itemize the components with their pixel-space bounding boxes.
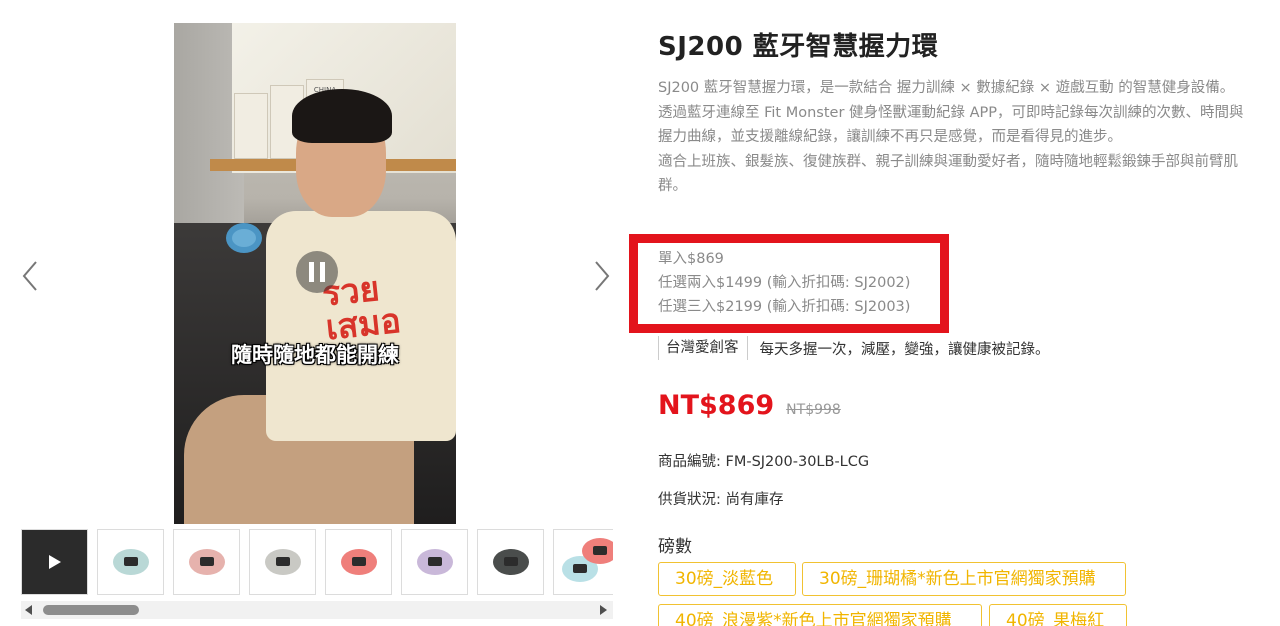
product-description: SJ200 藍牙智慧握力環，是一款結合 握力訓練 × 數據紀錄 × 遊戲互動 的… <box>658 76 1250 199</box>
grip-ring-icon <box>340 549 377 575</box>
video-pause-button[interactable] <box>296 251 338 293</box>
grip-ring-icon <box>188 549 225 575</box>
stock-status: 供貨狀況: 尚有庫存 <box>658 492 784 508</box>
price-option-three: 任選三入$2199 (輸入折扣碼: SJ2003) <box>658 299 911 315</box>
product-title: SJ200 藍牙智慧握力環 <box>658 32 939 62</box>
tagline-text: 每天多握一次，減壓，變強，讓健康被記錄。 <box>759 341 1050 358</box>
grip-ring-icon <box>416 549 453 575</box>
grip-ring-icon <box>264 549 301 575</box>
scroll-left-arrow-icon[interactable] <box>25 605 32 615</box>
thumbnail-product[interactable] <box>477 529 544 595</box>
price-block: NT$869 NT$998 <box>658 390 841 421</box>
thumbnail-strip <box>21 529 613 595</box>
description-paragraph: 適合上班族、銀髮族、復健族群、親子訓練與運動愛好者，隨時隨地輕鬆鍛鍊手部與前臂肌… <box>658 153 1238 195</box>
product-gallery: CHINA รวย เสมอ 隨時隨地都能開練 <box>0 0 630 626</box>
chevron-left-icon <box>22 261 37 291</box>
brand-name[interactable]: 台灣愛創客 <box>658 336 748 360</box>
thumbnail-product[interactable] <box>97 529 164 595</box>
product-info: SJ200 藍牙智慧握力環 SJ200 藍牙智慧握力環，是一款結合 握力訓練 ×… <box>658 30 1258 199</box>
price-options-list: 單入$869 任選兩入$1499 (輸入折扣碼: SJ2002) 任選三入$21… <box>658 247 910 319</box>
video-scene-person-hair <box>292 89 392 143</box>
thumbnail-video[interactable] <box>21 529 88 595</box>
product-sku: 商品編號: FM-SJ200-30LB-LCG <box>658 454 870 470</box>
price-option-two: 任選兩入$1499 (輸入折扣碼: SJ2002) <box>658 275 911 291</box>
thumbnail-scrollbar[interactable] <box>21 601 613 619</box>
weight-option-label: 磅數 <box>658 537 692 557</box>
price-option-single: 單入$869 <box>658 251 724 267</box>
description-paragraph: 透過藍牙連線至 Fit Monster 健身怪獸運動紀錄 APP，可即時記錄每次… <box>658 104 1244 146</box>
original-price: NT$998 <box>786 402 841 418</box>
thumbnail-product[interactable] <box>325 529 392 595</box>
thumbnail-product[interactable] <box>173 529 240 595</box>
weight-option-30-coral[interactable]: 30磅_珊瑚橘*新色上市官網獨家預購 <box>802 562 1126 596</box>
chevron-right-icon <box>595 261 610 291</box>
gallery-prev-button[interactable] <box>16 256 46 296</box>
grip-ring-icon <box>582 538 613 564</box>
video-scene-grip-ring <box>226 223 262 253</box>
description-paragraph: SJ200 藍牙智慧握力環，是一款結合 握力訓練 × 數據紀錄 × 遊戲互動 的… <box>658 80 1235 96</box>
thumbnail-product[interactable] <box>401 529 468 595</box>
weight-option-30-light-blue[interactable]: 30磅_淡藍色 <box>658 562 796 596</box>
grip-ring-icon <box>112 549 149 575</box>
play-icon <box>48 555 61 569</box>
brand-tagline: 台灣愛創客 每天多握一次，減壓，變強，讓健康被記錄。 <box>658 336 1050 360</box>
gallery-next-button[interactable] <box>586 256 616 296</box>
current-price: NT$869 <box>658 390 775 421</box>
thumbnail-product[interactable] <box>249 529 316 595</box>
product-video[interactable]: CHINA รวย เสมอ 隨時隨地都能開練 <box>174 23 456 524</box>
weight-option-40-plum[interactable]: 40磅_果梅紅 <box>989 604 1127 626</box>
scroll-right-arrow-icon[interactable] <box>600 605 607 615</box>
thumbnail-product-multi[interactable] <box>553 529 613 595</box>
video-caption: 隨時隨地都能開練 <box>231 343 399 367</box>
grip-ring-icon <box>492 549 529 575</box>
video-scene-book <box>234 93 268 159</box>
pause-icon <box>309 262 325 282</box>
scrollbar-handle[interactable] <box>43 605 139 615</box>
weight-option-40-purple[interactable]: 40磅_浪漫紫*新色上市官網獨家預購 <box>658 604 982 626</box>
